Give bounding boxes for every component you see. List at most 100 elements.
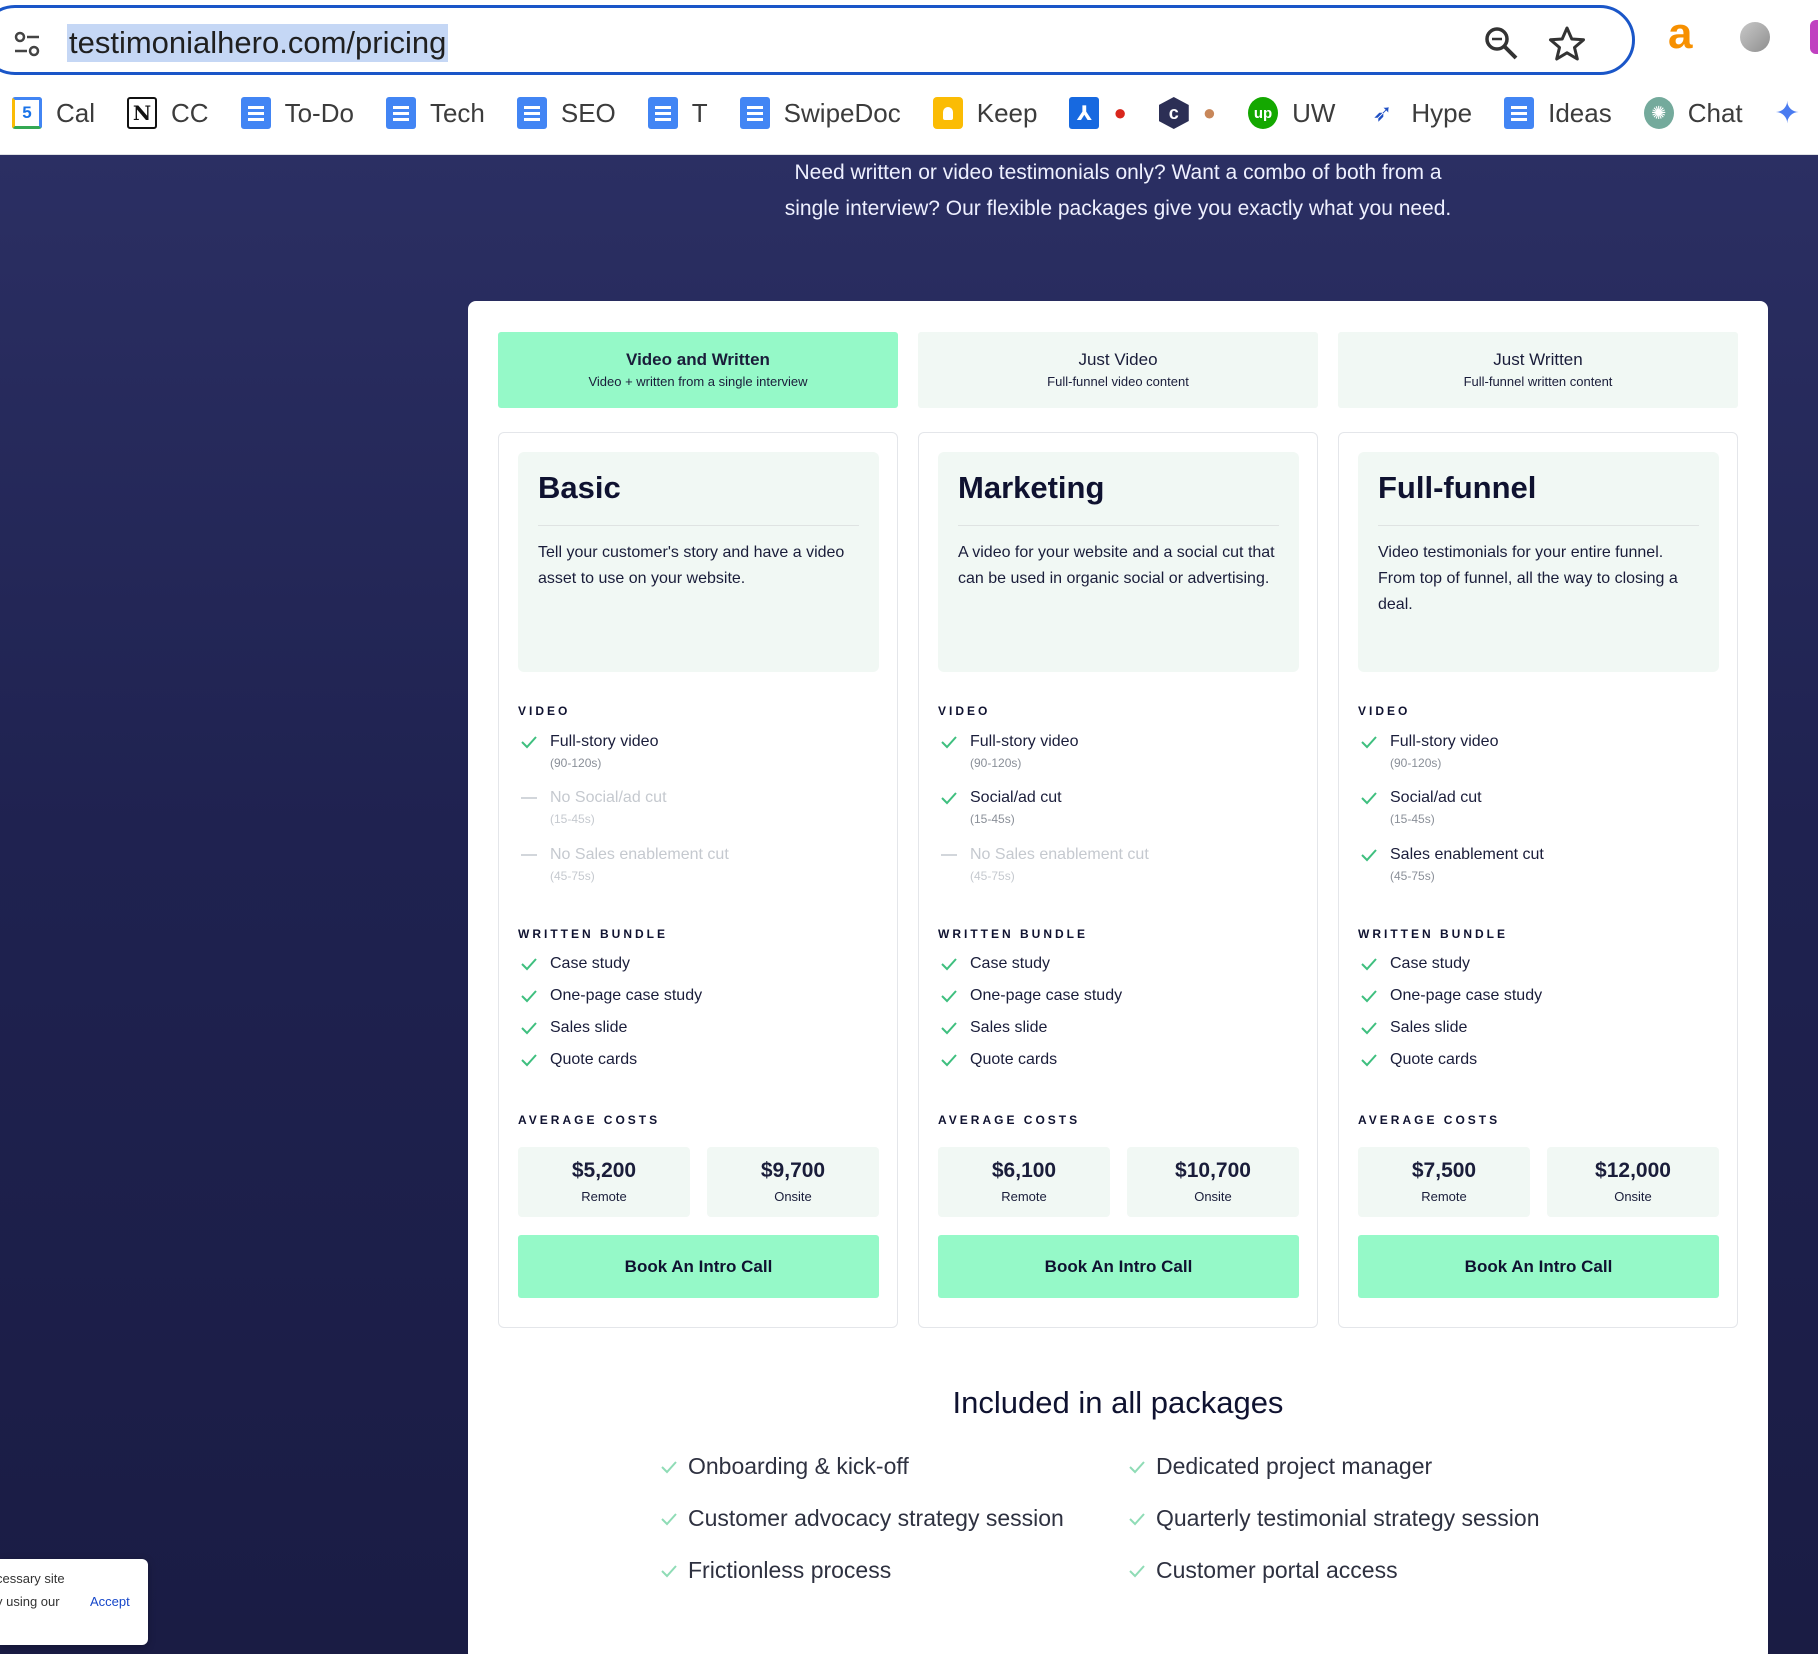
written-feature: Case study [938,953,1050,975]
bookmark-seo[interactable]: SEO [516,90,616,136]
written-feature: Case study [1358,953,1470,975]
written-section-label: WRITTEN BUNDLE [938,927,1088,941]
bookmark-hype[interactable]: ➶ Hype [1367,90,1472,136]
written-feature: Sales slide [938,1017,1047,1039]
remote-cost: $7,500 Remote [1358,1147,1530,1217]
book-intro-call-button[interactable]: Book An Intro Call [518,1235,879,1298]
written-feature: Quote cards [938,1049,1057,1071]
notion-icon: N [127,97,158,129]
bird-icon: ➶ [1372,99,1393,127]
included-item: Customer advocacy strategy session [660,1505,1064,1532]
extension-partial-icon[interactable] [1810,20,1818,54]
plan-card-basic: Basic Tell your customer's story and have… [498,432,898,1328]
browser-chrome: testimonialhero.com/pricing a 5 Cal N CC… [0,0,1818,155]
extension-sphere-icon[interactable] [1740,22,1770,52]
tab-video-and-written[interactable]: Video and Written Video + written from a… [498,332,898,408]
check-icon [1358,787,1380,809]
bookmark-swipedoc[interactable]: SwipeDoc [739,90,901,136]
bookmark-hexagon[interactable]: c ● [1158,90,1216,136]
plan-header: Full-funnel Video testimonials for your e… [1358,452,1719,672]
check-icon [518,985,540,1007]
divider [538,525,859,526]
pricing-page: Need written or video testimonials only?… [0,155,1818,1654]
video-feature: Full-story video (90-120s) [1358,731,1498,771]
written-feature: One-page case study [518,985,702,1007]
video-section-label: VIDEO [938,704,991,718]
plan-header: Basic Tell your customer's story and have… [518,452,879,672]
check-icon [938,1017,960,1039]
included-title: Included in all packages [952,1385,1284,1420]
written-feature: Case study [518,953,630,975]
bookmark-cc[interactable]: N CC [127,90,209,136]
dash-icon [938,844,960,866]
included-item: Customer portal access [1128,1557,1398,1584]
bookmark-keep[interactable]: Keep [932,90,1037,136]
check-icon [518,731,540,753]
doc-icon [516,97,547,129]
written-section-label: WRITTEN BUNDLE [518,927,668,941]
zoom-icon[interactable] [1483,25,1519,61]
video-feature: No Sales enablement cut (45-75s) [938,844,1149,884]
app-icon: ⅄ [1069,97,1100,129]
book-intro-call-button[interactable]: Book An Intro Call [1358,1235,1719,1298]
tab-just-video[interactable]: Just Video Full-funnel video content [918,332,1318,408]
check-icon [938,787,960,809]
bookmark-gemini[interactable]: ✦ [1775,90,1800,136]
bookmark-tech[interactable]: Tech [385,90,485,136]
doc-icon [739,97,770,129]
video-feature: No Sales enablement cut (45-75s) [518,844,729,884]
plan-card-marketing: Marketing A video for your website and a … [918,432,1318,1328]
included-item: Onboarding & kick-off [660,1453,909,1480]
check-icon [1358,953,1380,975]
tab-just-written[interactable]: Just Written Full-funnel written content [1338,332,1738,408]
bookmark-ideas[interactable]: Ideas [1504,90,1612,136]
check-icon [1358,985,1380,1007]
bookmark-app[interactable]: ⅄ ● [1069,90,1127,136]
check-icon [1358,1017,1380,1039]
onsite-cost: $12,000 Onsite [1547,1147,1719,1217]
bookmark-chat[interactable]: ✺ Chat [1643,90,1743,136]
check-icon [661,1564,677,1577]
dash-icon [518,844,540,866]
check-icon [518,1049,540,1071]
remote-cost: $5,200 Remote [518,1147,690,1217]
bookmark-cal[interactable]: 5 Cal [12,90,95,136]
video-section-label: VIDEO [1358,704,1411,718]
check-icon [938,985,960,1007]
written-section-label: WRITTEN BUNDLE [1358,927,1508,941]
check-icon [1129,1460,1145,1473]
check-icon [661,1512,677,1525]
address-bar[interactable]: testimonialhero.com/pricing [0,5,1635,75]
bookmark-uw[interactable]: up UW [1248,90,1335,136]
cookie-banner: cessary site y using our Accept [0,1559,148,1645]
written-feature: One-page case study [938,985,1122,1007]
bookmark-t[interactable]: T [647,90,708,136]
plan-description: Video testimonials for your entire funne… [1378,544,1678,613]
written-feature: Sales slide [518,1017,627,1039]
onsite-cost: $9,700 Onsite [707,1147,879,1217]
keep-icon [932,97,963,129]
plan-description: A video for your website and a social cu… [958,544,1275,587]
included-item: Dedicated project manager [1128,1453,1432,1480]
chatgpt-icon: ✺ [1643,97,1674,129]
video-section-label: VIDEO [518,704,571,718]
included-item: Quarterly testimonial strategy session [1128,1505,1540,1532]
site-settings-icon[interactable] [13,30,41,58]
costs-section-label: AVERAGE COSTS [1358,1113,1501,1127]
remote-cost: $6,100 Remote [938,1147,1110,1217]
included-item: Frictionless process [660,1557,891,1584]
check-icon [518,953,540,975]
bookmark-todo[interactable]: To-Do [240,90,354,136]
bookmark-star-icon[interactable] [1548,25,1586,63]
extension-a-icon[interactable]: a [1668,12,1702,56]
url-text[interactable]: testimonialhero.com/pricing [67,24,449,62]
bookmarks-bar: 5 Cal N CC To-Do Tech SEO T SwipeDoc Kee… [0,90,1818,136]
doc-icon [240,97,271,129]
divider [1378,525,1699,526]
apple-icon: ● [1113,100,1127,125]
book-intro-call-button[interactable]: Book An Intro Call [938,1235,1299,1298]
check-icon [938,1049,960,1071]
cookie-accept-link[interactable]: Accept [90,1594,130,1609]
costs-section-label: AVERAGE COSTS [518,1113,661,1127]
pricing-panel: Video and Written Video + written from a… [468,301,1768,1654]
